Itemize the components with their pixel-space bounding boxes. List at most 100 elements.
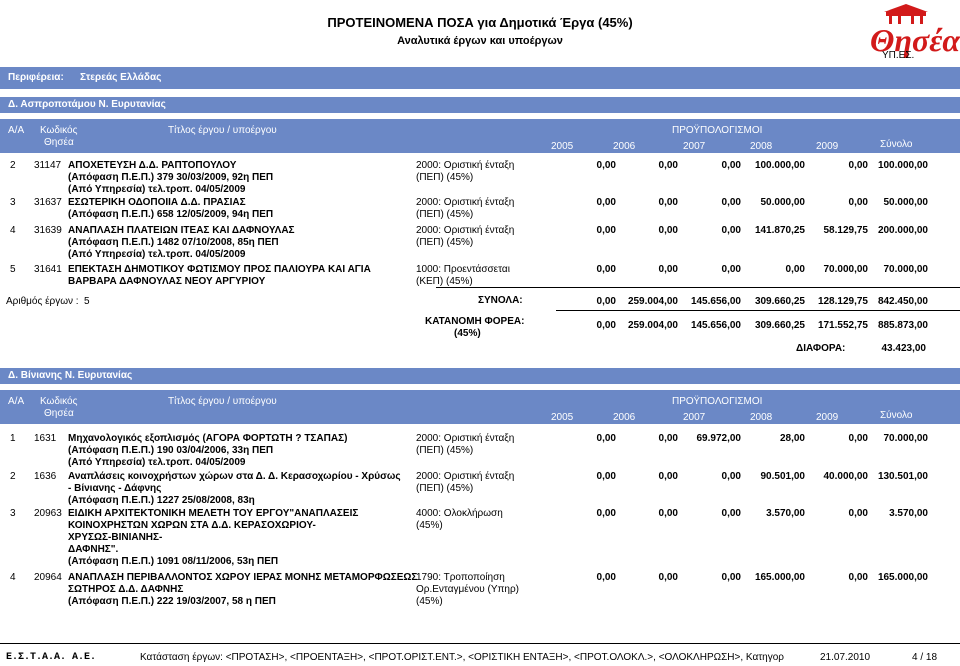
row-total: 50.000,00 bbox=[883, 197, 929, 208]
row-value: 0,00 bbox=[596, 264, 616, 275]
row-title-line: (Απόφαση Π.Ε.Π.) 190 03/04/2006, 33η ΠΕΠ bbox=[68, 445, 274, 456]
agency-value: 145.656,00 bbox=[690, 320, 741, 331]
row-status: (ΠΕΠ) (45%) bbox=[416, 237, 474, 248]
totals-value: 0,00 bbox=[596, 296, 616, 307]
row-status: 2000: Οριστική ένταξη bbox=[416, 160, 515, 171]
row-title-line: (Από Υπηρεσία) τελ.τροπ. 04/05/2009 bbox=[68, 249, 246, 260]
row-value: 90.501,00 bbox=[760, 471, 806, 482]
agency-label: ΚΑΤΑΝΟΜΗ ΦΟΡΕΑ: bbox=[425, 316, 525, 327]
col-budget: ΠΡΟΫΠΟΛΟΓΙΣΜΟΙ bbox=[672, 125, 763, 136]
totals-divider bbox=[436, 287, 960, 288]
row-code: 20964 bbox=[34, 572, 62, 583]
region-value: Στερεάς Ελλάδας bbox=[80, 72, 162, 83]
col-year: 2005 bbox=[551, 412, 574, 423]
row-status: 2000: Οριστική ένταξη bbox=[416, 225, 515, 236]
row-value: 50.000,00 bbox=[760, 197, 806, 208]
col-total: Σύνολο bbox=[880, 410, 913, 421]
row-status: 4000: Ολοκλήρωση bbox=[416, 508, 503, 519]
row-title-line: (Απόφαση Π.Ε.Π.) 1091 08/11/2006, 53η ΠΕ… bbox=[68, 556, 279, 567]
logo-subtext: ΥΠ.ΕΣ. bbox=[882, 50, 915, 61]
row-value: 0,00 bbox=[596, 197, 616, 208]
row-value: 0,00 bbox=[658, 225, 678, 236]
row-value: 100.000,00 bbox=[754, 160, 805, 171]
row-total: 70.000,00 bbox=[883, 433, 929, 444]
row-status: (ΠΕΠ) (45%) bbox=[416, 172, 474, 183]
row-value: 0,00 bbox=[848, 572, 868, 583]
row-number: 1 bbox=[10, 433, 16, 444]
row-value: 0,00 bbox=[848, 160, 868, 171]
row-code: 31639 bbox=[34, 225, 62, 236]
col-year: 2006 bbox=[613, 141, 636, 152]
row-value: 141.870,25 bbox=[754, 225, 805, 236]
row-value: 0,00 bbox=[596, 471, 616, 482]
row-title-line: ΕΙΔΙΚΗ ΑΡΧΙΤΕΚΤΟΝΙΚΗ ΜΕΛΕΤΗ ΤΟΥ ΕΡΓΟΥ"ΑΝ… bbox=[68, 508, 359, 519]
region-bar: Περιφέρεια: Στερεάς Ελλάδας bbox=[0, 67, 960, 89]
totals-value: 259.004,00 bbox=[627, 296, 678, 307]
row-number: 3 bbox=[10, 197, 16, 208]
row-value: 28,00 bbox=[779, 433, 805, 444]
row-value: 3.570,00 bbox=[766, 508, 805, 519]
totals-label: ΣΥΝΟΛΑ: bbox=[478, 295, 523, 306]
row-value: 0,00 bbox=[721, 572, 741, 583]
row-code: 20963 bbox=[34, 508, 62, 519]
col-aa: Α/Α bbox=[8, 125, 25, 136]
row-number: 4 bbox=[10, 572, 16, 583]
row-status: 1790: Τροποποίηση bbox=[416, 572, 505, 583]
row-code: 31637 bbox=[34, 197, 62, 208]
row-title-line: ΧΡΥΣΩΣ-ΒΙΝΙΑΝΗΣ- bbox=[68, 532, 163, 543]
section-header-1: Δ. Ασπροποτάμου Ν. Ευρυτανίας bbox=[0, 97, 960, 113]
footer-page: 4 / 18 bbox=[912, 652, 938, 663]
row-title-line: ΚΟΙΝΟΧΡΗΣΤΩΝ ΧΩΡΩΝ ΣΤΑ Δ.Δ. ΚΕΡΑΣΟΧΩΡΙΟΥ… bbox=[68, 520, 316, 531]
row-value: 69.972,00 bbox=[696, 433, 742, 444]
row-status: (ΚΕΠ) (45%) bbox=[416, 276, 473, 287]
col-year: 2007 bbox=[683, 412, 706, 423]
row-value: 0,00 bbox=[785, 264, 805, 275]
col-total: Σύνολο bbox=[880, 139, 913, 150]
row-total: 100.000,00 bbox=[877, 160, 928, 171]
row-value: 0,00 bbox=[596, 433, 616, 444]
footer-status-legend: Κατάσταση έργων: <ΠΡΟΤΑΣΗ>, <ΠΡΟΕΝΤΑΞΗ>,… bbox=[140, 652, 784, 663]
row-title-line: ΕΣΩΤΕΡΙΚΗ ΟΔΟΠΟΙΙΑ Δ.Δ. ΠΡΑΣΙΑΣ bbox=[68, 197, 246, 208]
report-subtitle: Αναλυτικά έργων και υποέργων bbox=[397, 35, 563, 47]
table-header-1: Α/Α Κωδικός Θησέα Τίτλος έργου / υποέργο… bbox=[0, 119, 960, 153]
agency-value: 0,00 bbox=[596, 320, 616, 331]
row-value: 0,00 bbox=[721, 160, 741, 171]
row-value: 70.000,00 bbox=[823, 264, 869, 275]
table-header-2: Α/Α Κωδικός Θησέα Τίτλος έργου / υποέργο… bbox=[0, 390, 960, 424]
row-status: Ορ.Ενταγμένου (Υπηρ) bbox=[416, 584, 520, 595]
row-value: 165.000,00 bbox=[754, 572, 805, 583]
footer-divider bbox=[0, 643, 960, 644]
row-number: 4 bbox=[10, 225, 16, 236]
row-total: 165.000,00 bbox=[877, 572, 928, 583]
row-title-line: (Απόφαση Π.Ε.Π.) 658 12/05/2009, 94η ΠΕΠ bbox=[68, 209, 274, 220]
footer-date: 21.07.2010 bbox=[820, 652, 871, 663]
diff-value: 43.423,00 bbox=[881, 343, 927, 354]
col-year: 2006 bbox=[613, 412, 636, 423]
row-value: 0,00 bbox=[658, 508, 678, 519]
row-value: 0,00 bbox=[596, 508, 616, 519]
report-title: ΠΡΟΤΕΙΝΟΜΕΝΑ ΠΟΣΑ για Δημοτικά Έργα (45%… bbox=[327, 15, 633, 30]
col-year: 2008 bbox=[750, 141, 773, 152]
row-status: 1000: Προεντάσσεται bbox=[416, 264, 510, 275]
row-total: 70.000,00 bbox=[883, 264, 929, 275]
row-value: 0,00 bbox=[658, 433, 678, 444]
row-title-line: ΔΑΦΝΗΣ". bbox=[68, 544, 119, 555]
row-title-line: ΒΑΡΒΑΡΑ ΔΑΦΝΟΥΛΑΣ ΝΕΟΥ ΑΡΓΥΡΙΟΥ bbox=[68, 276, 266, 287]
agency-label-pct: (45%) bbox=[454, 328, 481, 339]
col-code: Κωδικός bbox=[40, 396, 78, 407]
row-value: 0,00 bbox=[848, 197, 868, 208]
row-value: 0,00 bbox=[848, 433, 868, 444]
section-name: Δ. Ασπροποτάμου Ν. Ευρυτανίας bbox=[8, 99, 166, 110]
row-total: 130.501,00 bbox=[877, 471, 928, 482]
totals-value: 309.660,25 bbox=[754, 296, 805, 307]
row-title-line: ΑΝΑΠΛΑΣΗ ΠΕΡΙΒΑΛΛΟΝΤΟΣ ΧΩΡΟΥ ΙΕΡΑΣ ΜΟΝΗΣ… bbox=[68, 572, 418, 583]
project-count-value: 5 bbox=[84, 296, 90, 307]
row-total: 3.570,00 bbox=[889, 508, 928, 519]
row-title-line: ΑΝΑΠΛΑΣΗ ΠΛΑΤΕΙΩΝ ΙΤΕΑΣ ΚΑΙ ΔΑΦΝΟΥΛΑΣ bbox=[68, 225, 295, 236]
row-status: (ΠΕΠ) (45%) bbox=[416, 445, 474, 456]
col-year: 2008 bbox=[750, 412, 773, 423]
row-title-line: - Βίνιανης - Δάφνης bbox=[68, 483, 162, 494]
row-value: 40.000,00 bbox=[823, 471, 869, 482]
section-name: Δ. Βίνιανης Ν. Ευρυτανίας bbox=[8, 370, 133, 381]
row-status: (ΠΕΠ) (45%) bbox=[416, 209, 474, 220]
